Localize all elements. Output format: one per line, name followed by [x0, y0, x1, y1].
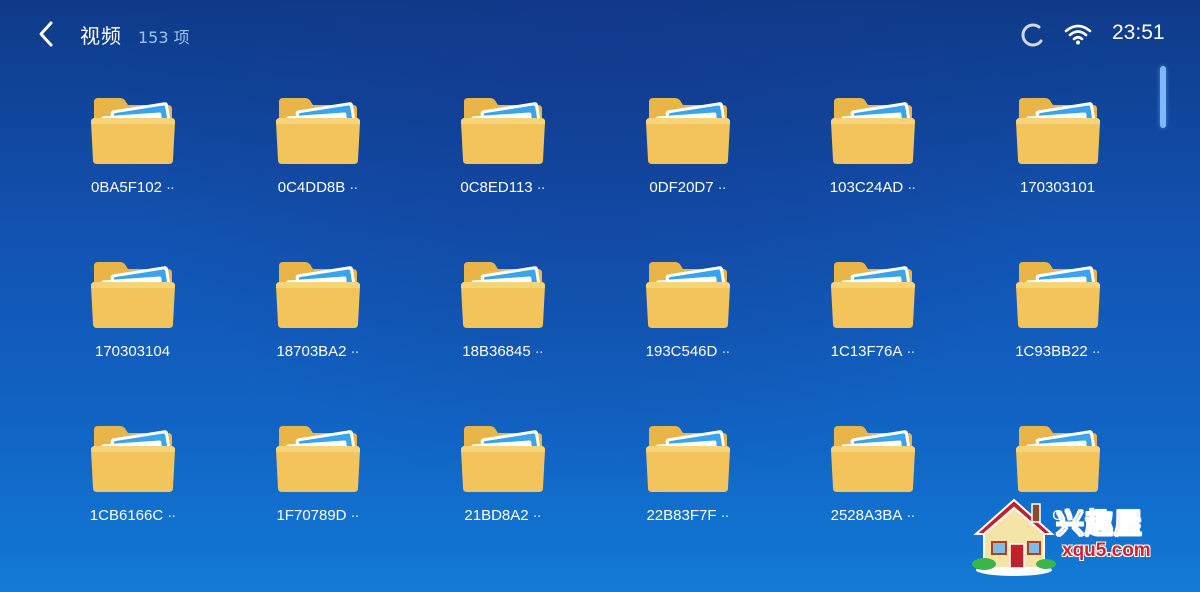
- back-button[interactable]: [30, 18, 62, 50]
- folder-name: 1C93BB22 ··: [965, 343, 1150, 360]
- scrollbar-thumb[interactable]: [1160, 66, 1166, 128]
- folder-icon: [91, 98, 175, 164]
- truncation-ellipsis: ··: [720, 507, 730, 524]
- folder-icon: [646, 98, 730, 164]
- folder-name: 18703BA2 ··: [225, 343, 410, 360]
- folder-icon: [461, 262, 545, 328]
- folder-name: 21BD8A2 ··: [410, 507, 595, 524]
- chevron-left-icon: [39, 21, 53, 47]
- watermark-logo-text: 兴趣屋: [1055, 507, 1144, 541]
- truncation-ellipsis: ··: [906, 507, 915, 524]
- truncation-ellipsis: ··: [906, 343, 915, 360]
- folder-icon: [91, 426, 175, 492]
- folder-name-text: 1C93BB22: [1015, 343, 1088, 360]
- wifi-icon: [1064, 24, 1092, 45]
- folder-name: 22B83F7F ··: [595, 507, 780, 524]
- truncation-ellipsis: ··: [717, 179, 727, 196]
- folder-name: 170303104: [40, 343, 225, 360]
- folder-icon: [276, 262, 360, 328]
- folder-name: 0C8ED113 ··: [410, 179, 595, 196]
- watermark: 兴趣屋 xqu5.com: [970, 494, 1170, 580]
- status-clock: 23:51: [1112, 21, 1165, 44]
- folder-name-text: 18703BA2: [276, 343, 347, 360]
- folder-tile[interactable]: 103C24AD ··: [780, 88, 965, 252]
- folder-name: 18B36845 ··: [410, 343, 595, 360]
- folder-icon: [831, 262, 915, 328]
- item-count: 153 项: [138, 28, 190, 47]
- folder-name-text: 1CB6166C: [89, 507, 164, 524]
- folder-icon: [91, 262, 175, 328]
- folder-icon: [1016, 262, 1100, 328]
- truncation-ellipsis: ··: [907, 179, 916, 196]
- folder-icon: [461, 98, 545, 164]
- folder-tile[interactable]: 0BA5F102 ··: [40, 88, 225, 252]
- folder-tile[interactable]: 0C4DD8B ··: [225, 88, 410, 252]
- folder-tile[interactable]: 1CB6166C ··: [40, 416, 225, 580]
- folder-tile[interactable]: 1F70789D ··: [225, 416, 410, 580]
- folder-icon: [646, 262, 730, 328]
- folder-name: 1CB6166C ··: [40, 507, 225, 524]
- folder-name-text: 0C4DD8B: [277, 179, 346, 196]
- truncation-ellipsis: ··: [1091, 343, 1101, 360]
- folder-name-text: 2528A3BA: [830, 507, 903, 524]
- folder-name-text: 170303104: [94, 343, 171, 360]
- folder-name-text: 193C546D: [645, 343, 718, 360]
- folder-name-text: 1F70789D: [276, 507, 347, 524]
- folder-name: 0BA5F102 ··: [40, 179, 225, 196]
- folder-name: 1F70789D ··: [225, 507, 410, 524]
- folder-tile[interactable]: 193C546D ··: [595, 252, 780, 416]
- folder-tile[interactable]: 2528A3BA ··: [780, 416, 965, 580]
- folder-name-text: 0C8ED113: [460, 179, 533, 196]
- folder-tile[interactable]: 18703BA2 ··: [225, 252, 410, 416]
- folder-name: 0DF20D7 ··: [595, 179, 780, 196]
- folder-icon: [1016, 98, 1100, 164]
- folder-name-text: 1C13F76A: [830, 343, 903, 360]
- folder-icon: [831, 426, 915, 492]
- folder-tile[interactable]: 170303101: [965, 88, 1150, 252]
- folder-tile[interactable]: 18B36845 ··: [410, 252, 595, 416]
- folder-name-text: 22B83F7F: [646, 507, 717, 524]
- watermark-url: xqu5.com: [1062, 540, 1151, 561]
- truncation-ellipsis: ··: [721, 343, 730, 360]
- folder-icon: [646, 426, 730, 492]
- loading-spinner-icon: [1021, 23, 1043, 47]
- folder-name-text: 0DF20D7: [649, 179, 714, 196]
- truncation-ellipsis: ··: [350, 343, 360, 360]
- header-bar: 视频 153 项 23:51: [0, 0, 1200, 70]
- truncation-ellipsis: ··: [167, 507, 176, 524]
- folder-icon: [1016, 426, 1100, 492]
- folder-name-text: 21BD8A2: [464, 507, 529, 524]
- folder-tile[interactable]: 0C8ED113 ··: [410, 88, 595, 252]
- folder-icon: [461, 426, 545, 492]
- folder-name: 2528A3BA ··: [780, 507, 965, 524]
- folder-name: 193C546D ··: [595, 343, 780, 360]
- folder-name: 103C24AD ··: [780, 179, 965, 196]
- folder-name-text: 170303101: [1019, 179, 1096, 196]
- folder-tile[interactable]: 170303104: [40, 252, 225, 416]
- truncation-ellipsis: ··: [536, 179, 546, 196]
- folder-icon: [276, 426, 360, 492]
- house-logo-icon: [972, 498, 1056, 576]
- file-browser-screen: 视频 153 项 23:51 0BA5F102 ·· 0C4DD8B ·· 0C8ED1…: [0, 0, 1200, 592]
- folder-tile[interactable]: 22B83F7F ··: [595, 416, 780, 580]
- folder-icon: [276, 98, 360, 164]
- folder-tile[interactable]: 1C93BB22 ··: [965, 252, 1150, 416]
- truncation-ellipsis: ··: [165, 179, 175, 196]
- folder-name: 0C4DD8B ··: [225, 179, 410, 196]
- folder-name-text: 0BA5F102: [91, 179, 162, 196]
- folder-name: 1C13F76A ··: [780, 343, 965, 360]
- truncation-ellipsis: ··: [532, 507, 542, 524]
- truncation-ellipsis: ··: [350, 507, 360, 524]
- folder-name-text: 18B36845: [462, 343, 531, 360]
- page-title: 视频: [80, 24, 122, 48]
- folder-name: 170303101: [965, 179, 1150, 196]
- folder-tile[interactable]: 21BD8A2 ··: [410, 416, 595, 580]
- truncation-ellipsis: ··: [534, 343, 544, 360]
- truncation-ellipsis: ··: [349, 179, 358, 196]
- folder-icon: [831, 98, 915, 164]
- folder-tile[interactable]: 0DF20D7 ··: [595, 88, 780, 252]
- folder-name-text: 103C24AD: [829, 179, 904, 196]
- folder-tile[interactable]: 1C13F76A ··: [780, 252, 965, 416]
